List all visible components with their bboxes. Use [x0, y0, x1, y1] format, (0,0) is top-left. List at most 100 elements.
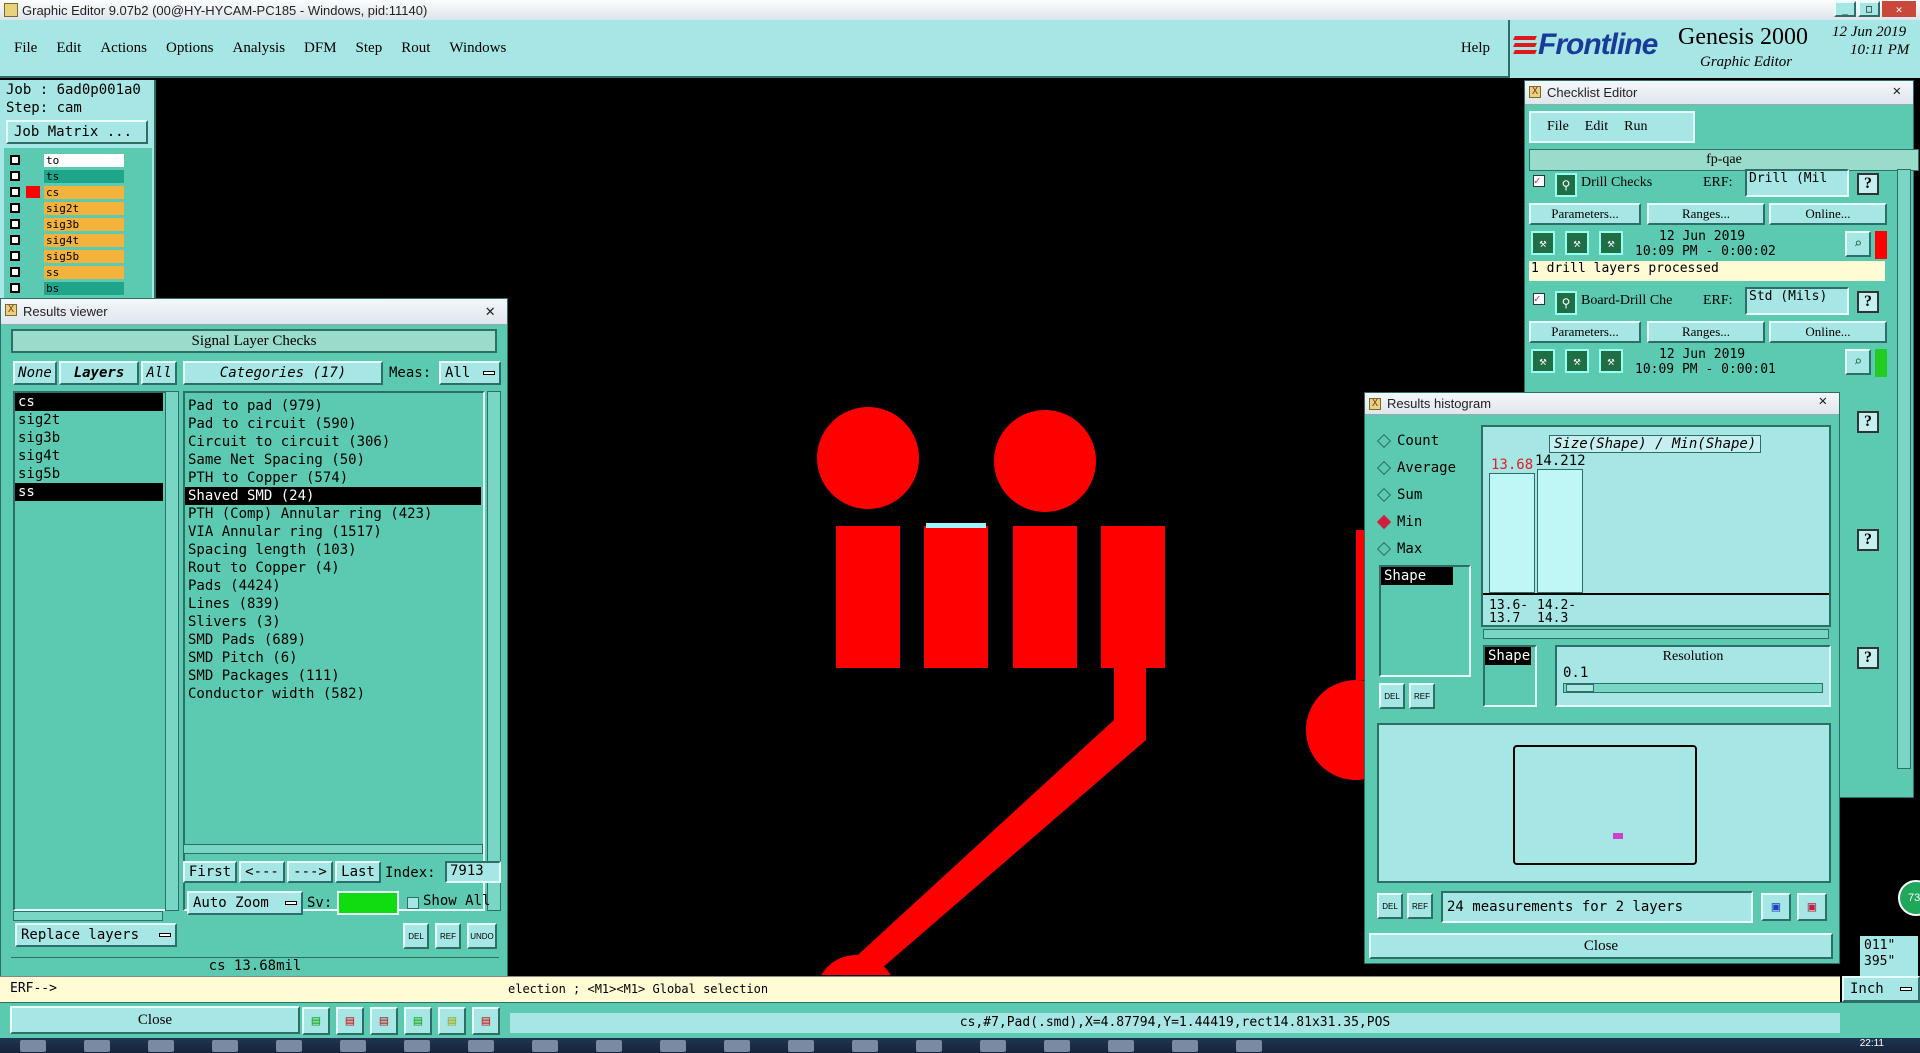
category-item[interactable]: Slivers (3): [185, 613, 481, 631]
categories-hscrollbar[interactable]: [183, 844, 483, 854]
run-icon[interactable]: ⚒: [1531, 231, 1555, 255]
erf-value[interactable]: Drill (Mil: [1745, 169, 1849, 197]
layer-checkbox[interactable]: [10, 251, 20, 261]
menu-step[interactable]: Step: [356, 40, 383, 57]
taskbar-app-icon[interactable]: [276, 1040, 302, 1052]
category-item[interactable]: SMD Pads (689): [185, 631, 481, 649]
taskbar-app-icon[interactable]: [20, 1040, 46, 1052]
zoom-select-icon[interactable]: ▣: [1797, 893, 1827, 921]
taskbar-app-icon[interactable]: [788, 1040, 814, 1052]
parameters-button[interactable]: Parameters...: [1529, 203, 1641, 225]
parameters-button[interactable]: Parameters...: [1529, 321, 1641, 343]
maximize-button[interactable]: □: [1858, 1, 1880, 17]
help-menu[interactable]: Help: [1461, 40, 1490, 57]
menu-edit[interactable]: Edit: [56, 40, 81, 57]
tool-icon[interactable]: ▤: [370, 1007, 398, 1035]
category-item[interactable]: Shaved SMD (24): [185, 487, 481, 505]
layer-checkbox[interactable]: [10, 155, 20, 165]
taskbar-app-icon[interactable]: [212, 1040, 238, 1052]
menu-options[interactable]: Options: [166, 40, 214, 57]
category-item[interactable]: Circuit to circuit (306): [185, 433, 481, 451]
option-count[interactable]: Count: [1376, 427, 1479, 454]
option-max[interactable]: Max: [1376, 535, 1479, 562]
category-item[interactable]: Rout to Copper (4): [185, 559, 481, 577]
help-button[interactable]: ?: [1857, 291, 1879, 313]
category-item[interactable]: Same Net Spacing (50): [185, 451, 481, 469]
layer-row[interactable]: bs: [4, 280, 152, 296]
badge[interactable]: 73: [1898, 880, 1920, 916]
radio-icon[interactable]: [1376, 514, 1392, 529]
taskbar-app-icon[interactable]: [532, 1040, 558, 1052]
taskbar-app-icon[interactable]: [852, 1040, 878, 1052]
run-icon[interactable]: ⚒: [1565, 231, 1589, 255]
del-button[interactable]: DEL: [403, 923, 429, 949]
online-button[interactable]: Online...: [1769, 321, 1887, 343]
ref-button[interactable]: REF: [435, 923, 461, 949]
histogram-list[interactable]: Shape: [1379, 565, 1471, 677]
close-icon[interactable]: ✕: [1819, 393, 1827, 409]
list-item[interactable]: sig5b: [15, 465, 163, 483]
checklist-scrollbar[interactable]: [1897, 169, 1911, 769]
run-icon[interactable]: ⚒: [1531, 349, 1555, 373]
layer-checkbox[interactable]: [10, 219, 20, 229]
layer-row[interactable]: ts: [4, 168, 152, 184]
layer-checkbox[interactable]: [10, 283, 20, 293]
checklist-menu-file[interactable]: File: [1547, 119, 1569, 135]
ranges-button[interactable]: Ranges...: [1647, 321, 1765, 343]
taskbar-app-icon[interactable]: [84, 1040, 110, 1052]
histogram-bar-2[interactable]: [1537, 469, 1583, 593]
close-icon[interactable]: ✕: [485, 301, 495, 320]
radio-icon[interactable]: [1376, 541, 1392, 556]
run-icon[interactable]: ⚒: [1599, 349, 1623, 373]
layer-row[interactable]: sig2t: [4, 200, 152, 216]
taskbar-app-icon[interactable]: [1044, 1040, 1070, 1052]
list-item[interactable]: Shape: [1381, 567, 1453, 585]
layer-row[interactable]: sig4t: [4, 232, 152, 248]
menu-rout[interactable]: Rout: [401, 40, 430, 57]
check-action-icon[interactable]: ⚲: [1555, 173, 1577, 197]
help-button[interactable]: ?: [1857, 411, 1879, 433]
menu-windows[interactable]: Windows: [449, 40, 506, 57]
radio-icon[interactable]: [1376, 460, 1392, 475]
taskbar-app-icon[interactable]: [1236, 1040, 1262, 1052]
taskbar-app-icon[interactable]: [1172, 1040, 1198, 1052]
resolution-slider[interactable]: [1563, 683, 1823, 693]
taskbar-app-icon[interactable]: [148, 1040, 174, 1052]
check-action-icon[interactable]: ⚲: [1555, 291, 1577, 315]
histogram-bar-1[interactable]: [1489, 473, 1535, 593]
shape-list[interactable]: Shape: [1483, 645, 1537, 707]
checklist-menu-edit[interactable]: Edit: [1585, 119, 1608, 135]
categories-list[interactable]: Pad to pad (979) Pad to circuit (590) Circ…: [183, 391, 485, 911]
tool-icon[interactable]: ▤: [472, 1007, 500, 1035]
tool-icon[interactable]: ▤: [336, 1007, 364, 1035]
layer-checkbox[interactable]: [10, 267, 20, 277]
layer-row[interactable]: cs: [4, 184, 152, 200]
layer-checkbox[interactable]: [10, 235, 20, 245]
menu-file[interactable]: File: [14, 40, 37, 57]
layer-checkbox[interactable]: [10, 187, 20, 197]
online-button[interactable]: Online...: [1769, 203, 1887, 225]
menu-actions[interactable]: Actions: [100, 40, 147, 57]
layer-row[interactable]: sig5b: [4, 248, 152, 264]
layer-list-hscrollbar[interactable]: [13, 911, 163, 921]
category-item[interactable]: SMD Packages (111): [185, 667, 481, 685]
category-item[interactable]: Spacing length (103): [185, 541, 481, 559]
tool-icon[interactable]: ▤: [404, 1007, 432, 1035]
tool-icon[interactable]: ▤: [438, 1007, 466, 1035]
taskbar-app-icon[interactable]: [660, 1040, 686, 1052]
close-window-button[interactable]: ✕: [1882, 1, 1916, 17]
menu-dfm[interactable]: DFM: [304, 40, 337, 57]
layer-checkbox[interactable]: [10, 203, 20, 213]
zoom-icon[interactable]: ⌕: [1845, 349, 1871, 375]
ref-button[interactable]: REF: [1409, 683, 1435, 709]
option-sum[interactable]: Sum: [1376, 481, 1479, 508]
show-all-checkbox[interactable]: [407, 897, 419, 909]
list-item[interactable]: cs: [15, 393, 163, 411]
sv-color-select[interactable]: [337, 891, 399, 915]
chart-hscrollbar[interactable]: [1483, 629, 1829, 639]
ref-button[interactable]: REF: [1407, 893, 1433, 919]
list-item[interactable]: sig4t: [15, 447, 163, 465]
run-icon[interactable]: ⚒: [1565, 349, 1589, 373]
taskbar-app-icon[interactable]: [980, 1040, 1006, 1052]
category-item[interactable]: Pad to circuit (590): [185, 415, 481, 433]
